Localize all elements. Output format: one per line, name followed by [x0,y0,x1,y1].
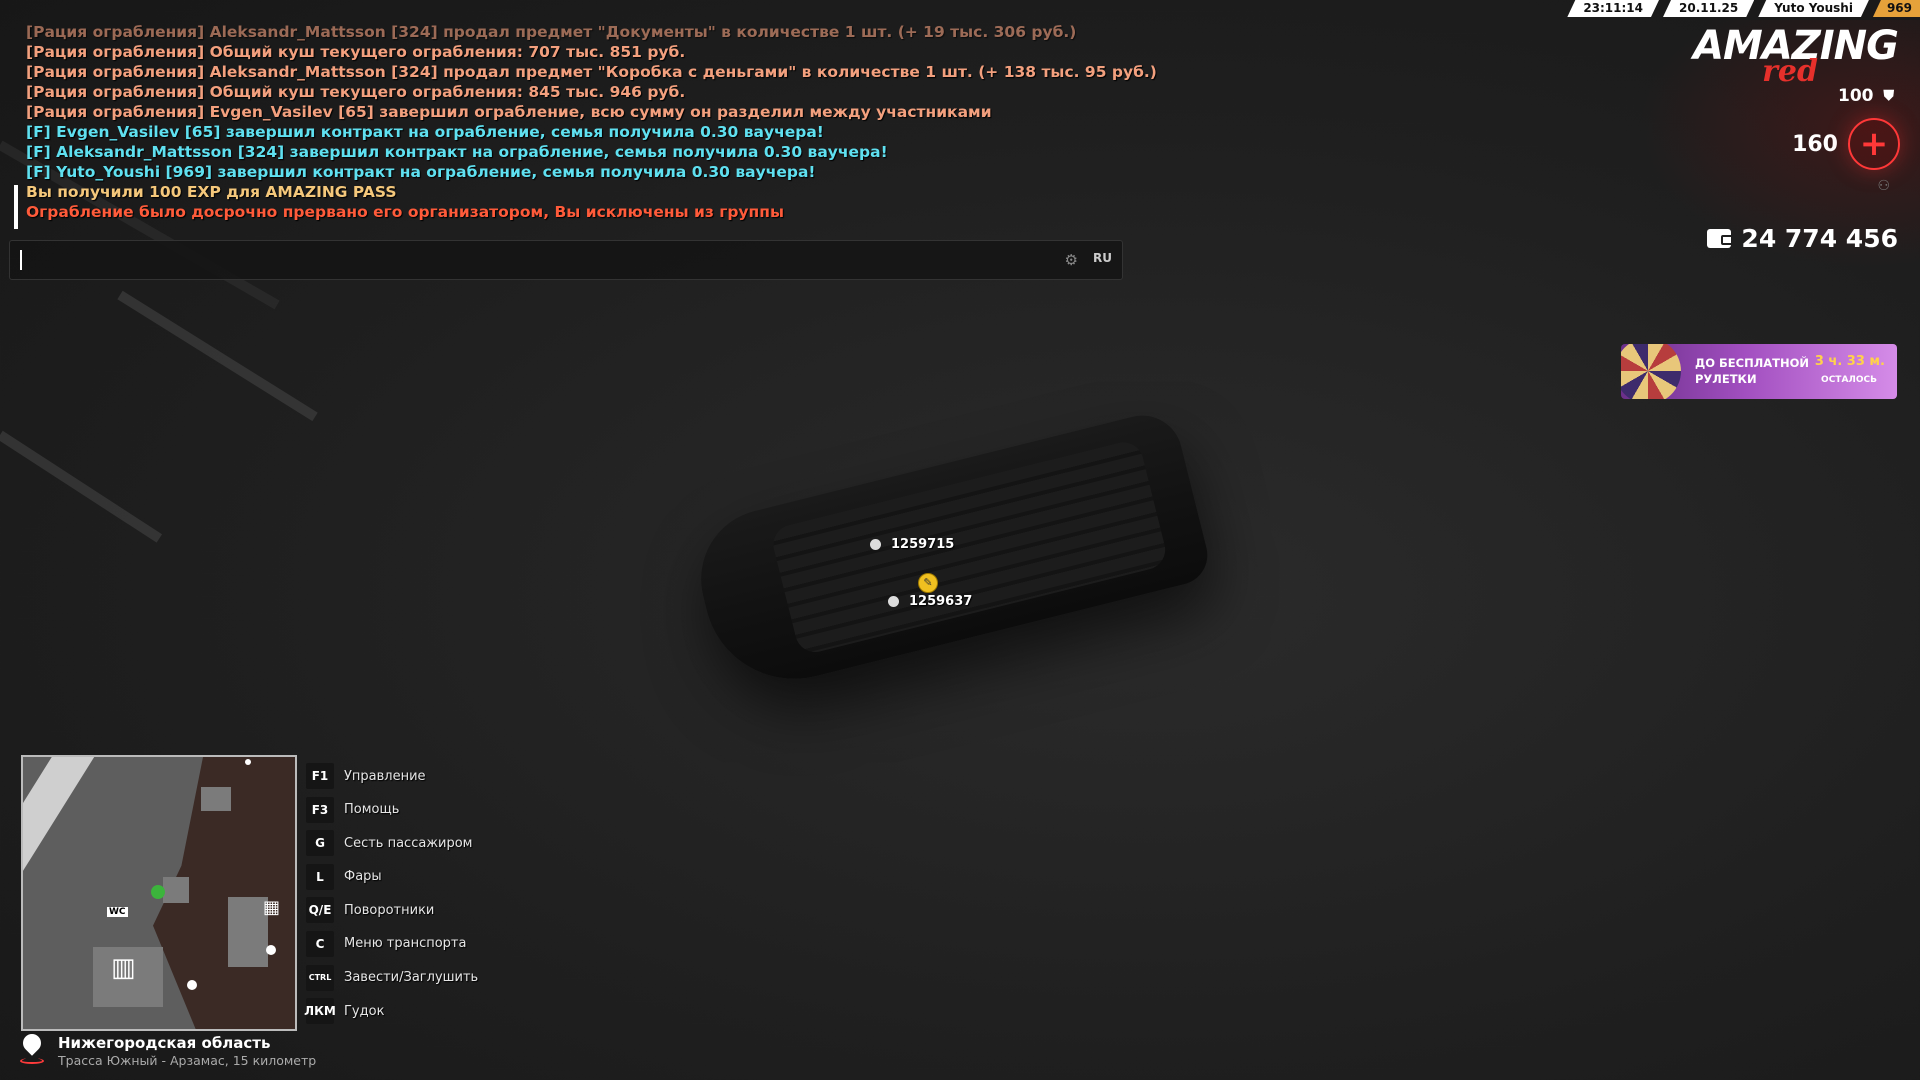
key-hint-label: Завести/Заглушить [344,970,479,986]
key-hints: F1 Управление F3 Помощь G Сесть пассажиром L Фа… [304,762,478,1031]
chat-scroll-indicator [14,185,18,229]
key-hint-row: F3 Помощь [306,796,478,824]
chat-log: [Рация ограбления] Aleksandr_Mattsson [3… [26,22,1157,222]
key-hint-label: Помощь [344,802,400,818]
minimap-building [201,787,231,811]
chat-message: [Рация ограбления] Evgen_Vasilev [65] за… [26,103,992,121]
banner-time: 3 ч. 33 м. [1814,354,1885,369]
chat-message: Вы получили 100 EXP для AMAZING PASS [26,183,397,201]
building-icon: ▥ [111,953,136,983]
chat-message: [F] Evgen_Vasilev [65] завершил контракт… [26,123,824,141]
vehicle-label-top: 1259715 [870,537,954,552]
roulette-wheel-icon [1621,344,1681,399]
vehicle [686,407,1214,698]
date-display: 20.11.25 [1663,0,1754,17]
key-badge: F3 [306,796,334,823]
wc-icon: WC [107,907,128,917]
chat-input[interactable]: ⚙ RU [9,240,1123,280]
free-roulette-banner[interactable]: ДО БЕСПЛАТНОЙ РУЛЕТКИ 3 ч. 33 м. ОСТАЛОС… [1621,344,1897,399]
location-road: Трасса Южный - Арзамас, 15 километр [58,1053,317,1068]
key-badge: G [306,830,334,857]
minimap: WC ▦ ▥ [21,755,297,1031]
location-display: Нижегородская область Трасса Южный - Арз… [20,1034,316,1068]
health-plus-icon: + [1848,118,1900,170]
armor-value: 100 [1838,86,1874,106]
vehicle-label-bottom: 1259637 [888,594,972,609]
text-caret [20,250,22,270]
minimap-north-marker [245,759,251,765]
chat-message: [Рация ограбления] Aleksandr_Mattsson [3… [26,23,1077,41]
parking-line [117,290,318,422]
armor-stat: 100 ⛊ [1838,86,1894,106]
chat-message: [F] Yuto_Youshi [969] завершил контракт … [26,163,816,181]
time-display: 23:11:14 [1567,0,1659,17]
pencil-marker-icon[interactable]: ✎ [918,573,938,593]
health-stat: 160 + [1792,118,1900,170]
skull-icon [888,596,899,607]
key-hint-label: Фары [344,869,382,885]
key-badge: C [306,930,334,957]
key-hint-row: G Сесть пассажиром [306,829,478,857]
key-hint-label: Поворотники [344,902,435,918]
key-badge: F1 [306,763,334,789]
chat-message: [Рация ограбления] Общий куш текущего ог… [26,43,686,61]
chat-message: [Рация ограбления] Aleksandr_Mattsson [3… [26,63,1157,81]
shield-icon: ⛊ [1883,88,1895,104]
language-indicator[interactable]: RU [1093,251,1112,265]
vehicle-number-top: 1259715 [891,537,955,552]
key-hint-row: F1 Управление [306,762,478,790]
clock-icon [151,885,165,899]
chat-message: Ограбление было досрочно прервано его ор… [26,203,784,221]
key-hint-row: C Меню транспорта [306,930,478,958]
minimap-building [228,897,268,967]
key-hint-row: Q/E Поворотники [306,896,478,924]
key-hint-row: L Фары [306,863,478,891]
key-hint-row: ЛКМ Гудок [304,997,478,1025]
key-badge: L [306,863,334,890]
minimap-building [163,877,189,903]
shop-icon: ▦ [263,897,281,918]
skull-icon [187,980,197,990]
banner-remaining: ОСТАЛОСЬ [1821,375,1877,385]
link-icon: ⚇ [1877,178,1890,194]
player-blip-icon [266,945,276,955]
top-status-bar: 23:11:14 20.11.25 Yuto Youshi 969 [1563,0,1920,17]
location-pin-icon [20,1034,44,1064]
server-logo: AMAZING red [1673,24,1899,89]
key-hint-label: Управление [344,768,426,784]
key-badge: CTRL [306,964,334,991]
chat-message: [Рация ограбления] Общий куш текущего ог… [26,83,686,101]
location-region: Нижегородская область [58,1034,271,1052]
gear-icon[interactable]: ⚙ [1065,251,1078,269]
money-value: 24 774 456 [1741,224,1898,253]
vehicle-roof [769,438,1170,657]
player-name: Yuto Youshi [1758,0,1869,17]
skull-icon [870,539,881,550]
health-value: 160 [1792,131,1838,157]
key-hint-row: CTRL Завести/Заглушить [306,964,478,992]
wallet-icon [1707,229,1734,248]
player-id: 969 [1872,0,1920,17]
key-badge: ЛКМ [304,998,336,1025]
key-badge: Q/E [306,897,334,924]
key-hint-label: Меню транспорта [344,936,467,952]
vehicle-number-bottom: 1259637 [909,594,973,609]
key-hint-label: Гудок [344,1003,385,1019]
parking-line [0,430,163,543]
logo-sub-text: red [1762,54,1818,89]
key-hint-label: Сесть пассажиром [344,835,473,851]
money-display: 24 774 456 [1707,224,1898,253]
chat-message: [F] Aleksandr_Mattsson [324] завершил ко… [26,143,888,161]
